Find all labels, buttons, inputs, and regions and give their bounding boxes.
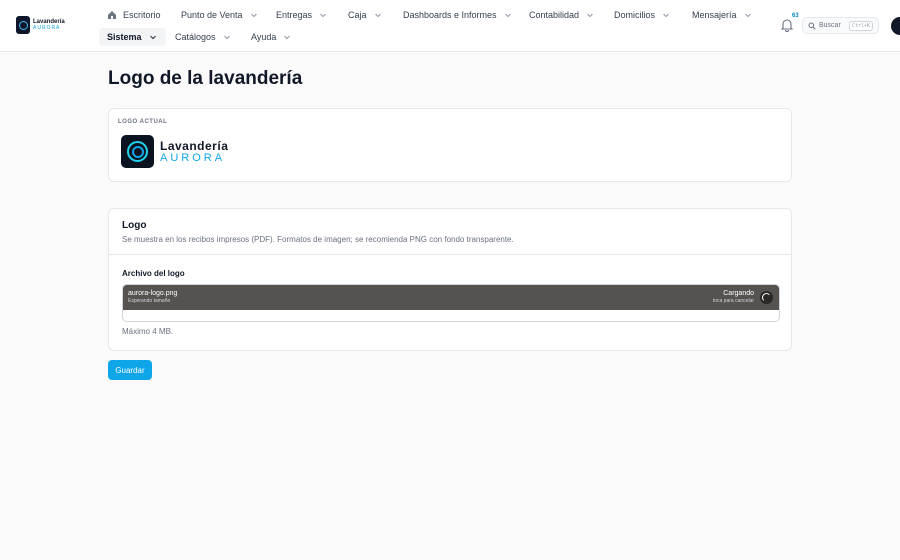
nav-item-domicilios[interactable]: Domicilios (614, 6, 671, 24)
upload-file-name: aurora-logo.png (128, 290, 178, 297)
nav-item-label: Catálogos (175, 32, 216, 42)
save-button[interactable]: Guardar (108, 360, 152, 380)
nav-item-label: Entregas (276, 10, 313, 20)
nav-item-label: Punto de Venta (181, 10, 243, 20)
max-size-hint: Máximo 4 MB. (122, 327, 174, 336)
section-description: Se muestra en los recibos impresos (PDF)… (122, 235, 514, 244)
chevron-down-icon (374, 13, 381, 18)
search-shortcut: Ctrl+K (848, 20, 873, 31)
logo-upload-card: Logo Se muestra en los recibos impresos … (108, 208, 792, 351)
nav-item-ayuda[interactable]: Ayuda (251, 28, 292, 46)
nav-item-sistema[interactable]: Sistema (99, 28, 166, 46)
brand-logo[interactable]: Lavandería AURORA (16, 16, 65, 34)
chevron-down-icon (744, 13, 751, 18)
nav-item-label: Ayuda (251, 32, 277, 42)
chevron-down-icon (504, 13, 511, 18)
upload-file-size: Esperando tamaño (128, 298, 171, 304)
chevron-down-icon (284, 35, 291, 40)
loading-spinner-icon[interactable] (760, 291, 773, 304)
nav-item-contabilidad[interactable]: Contabilidad (529, 6, 595, 24)
nav-item-label: Contabilidad (529, 10, 580, 20)
upload-progress-bar[interactable]: aurora-logo.png Esperando tamaño Cargand… (123, 285, 779, 310)
nav-item-caja[interactable]: Caja (348, 6, 383, 24)
logo-mark-icon (121, 135, 154, 168)
divider (109, 254, 791, 255)
upload-cancel-hint: toca para cancelar (712, 298, 754, 304)
notification-count-badge: 63 (792, 13, 799, 19)
current-logo-heading: LOGO ACTUAL (118, 119, 168, 125)
top-navigation: Lavandería AURORA Escritorio Punto de Ve… (0, 0, 900, 52)
nav-item-mensajeria[interactable]: Mensajería (692, 6, 753, 24)
chevron-down-icon (320, 13, 326, 18)
nav-item-punto-de-venta[interactable]: Punto de Venta (181, 6, 259, 24)
search-icon (808, 22, 816, 30)
nav-item-catalogos[interactable]: Catálogos (175, 28, 232, 46)
bell-icon[interactable] (780, 18, 794, 32)
brand-sub: AURORA (33, 25, 61, 31)
field-label: Archivo del logo (122, 269, 185, 278)
brand-mark-icon (16, 16, 30, 34)
nav-item-label: Dashboards e Informes (403, 10, 497, 20)
logo-word-2: AURORA (160, 151, 226, 164)
chevron-down-icon (587, 13, 593, 18)
chevron-down-icon (663, 13, 669, 18)
logo-word-1: Lavandería (160, 138, 229, 153)
nav-item-label: Sistema (107, 32, 142, 42)
nav-item-label: Mensajería (692, 10, 737, 20)
home-icon (108, 11, 116, 19)
nav-item-label: Domicilios (614, 10, 656, 20)
chevron-down-icon (223, 35, 230, 40)
current-logo-card: LOGO ACTUAL Lavandería AURORA (108, 108, 792, 182)
page-title: Logo de la lavandería (108, 68, 303, 89)
nav-item-entregas[interactable]: Entregas (276, 6, 328, 24)
file-upload-field[interactable]: aurora-logo.png Esperando tamaño Cargand… (122, 284, 780, 322)
nav-item-label: Caja (348, 10, 367, 20)
nav-item-dashboards[interactable]: Dashboards e Informes (403, 6, 513, 24)
chevron-down-icon (149, 35, 156, 40)
current-logo-image: Lavandería AURORA (121, 135, 228, 168)
upload-status: Cargando (723, 290, 754, 297)
avatar[interactable] (891, 17, 900, 35)
search-label: Buscar (819, 22, 841, 29)
section-title: Logo (122, 220, 147, 231)
chevron-down-icon (250, 13, 257, 18)
search-button[interactable]: Buscar Ctrl+K (802, 17, 879, 34)
nav-item-label: Escritorio (123, 10, 161, 20)
nav-item-escritorio[interactable]: Escritorio (107, 6, 161, 24)
